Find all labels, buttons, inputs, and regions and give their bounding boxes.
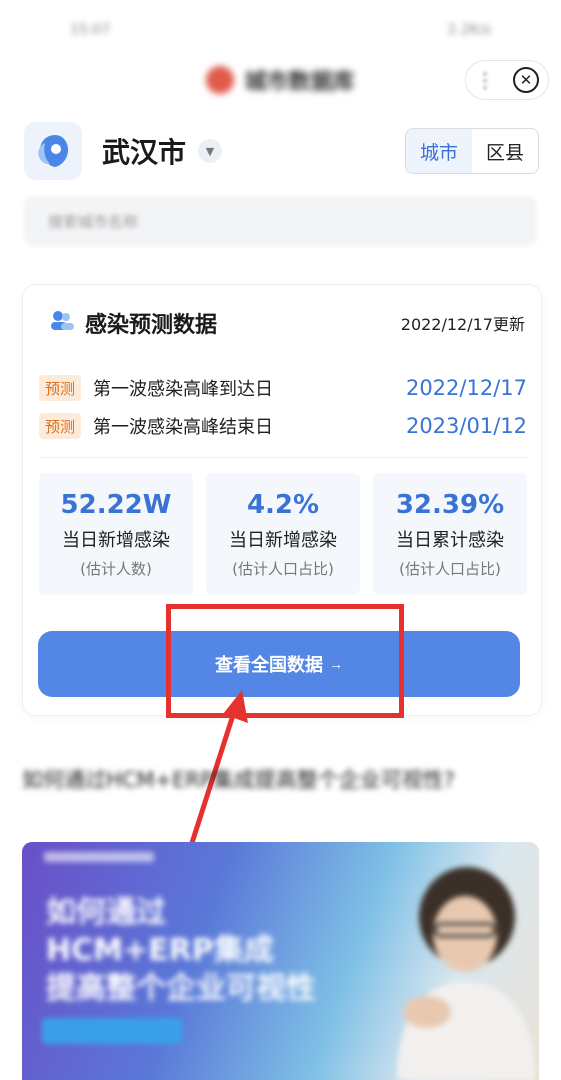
stats-grid: 52.22W 当日新增感染 (估计人数) 4.2% 当日新增感染 (估计人口占比… <box>39 473 527 595</box>
stat-sub: (估计人数) <box>80 559 152 578</box>
ad-cta-button <box>42 1018 182 1044</box>
status-time: 15:07 <box>70 22 111 38</box>
stat-tile: 4.2% 当日新增感染 (估计人口占比) <box>206 473 360 595</box>
ad-title[interactable]: 如何通过HCM+ERP集成提高整个企业可视性? <box>22 764 537 796</box>
scope-toggle: 城市 区县 <box>405 128 539 174</box>
stat-tile: 32.39% 当日累计感染 (估计人口占比) <box>373 473 527 595</box>
city-logo-icon <box>24 122 82 180</box>
brand-logo-icon <box>206 66 235 94</box>
stat-sub: (估计人口占比) <box>232 559 334 578</box>
more-options-icon[interactable]: ⋮ <box>475 68 495 92</box>
search-input[interactable]: 搜索城市名称 <box>24 196 537 246</box>
arrow-right-icon: → <box>329 656 343 672</box>
stat-value: 52.22W <box>60 489 172 520</box>
view-national-data-button[interactable]: 查看全国数据 → <box>38 631 520 697</box>
ad-banner-line: 提高整个企业可视性 <box>46 971 316 1006</box>
forecast-tag: 预测 <box>39 375 82 401</box>
ad-banner[interactable]: 如何通过 HCM+ERP集成 提高整个企业可视性 <box>22 842 539 1080</box>
close-icon: ✕ <box>519 70 533 89</box>
brand: 城市数据库 <box>206 64 355 96</box>
stat-tile: 52.22W 当日新增感染 (估计人数) <box>39 473 193 595</box>
ad-brand-mark <box>44 852 154 862</box>
ad-banner-text: 如何通过 HCM+ERP集成 提高整个企业可视性 <box>46 894 316 1008</box>
stat-value: 32.39% <box>395 489 505 520</box>
city-name[interactable]: 武汉市 <box>102 131 186 171</box>
tab-city[interactable]: 城市 <box>406 129 472 173</box>
stat-label: 当日新增感染 <box>229 529 337 551</box>
tab-district[interactable]: 区县 <box>472 129 538 173</box>
divider <box>39 457 527 458</box>
miniapp-capsule: ⋮ ✕ <box>465 60 549 100</box>
stat-value: 4.2% <box>246 489 320 520</box>
people-icon <box>49 309 75 337</box>
forecast-date: 2023/01/12 <box>405 414 527 438</box>
stat-label: 当日新增感染 <box>62 529 170 551</box>
ad-banner-line: HCM+ERP集成 <box>46 933 274 968</box>
close-button[interactable]: ✕ <box>513 67 539 93</box>
stat-label: 当日累计感染 <box>396 529 504 551</box>
ad-banner-line: 如何通过 <box>46 895 166 930</box>
person-photo-icon <box>397 867 535 1080</box>
card-title: 感染预测数据 <box>85 313 218 338</box>
ad-banner-content: 如何通过 HCM+ERP集成 提高整个企业可视性 <box>22 842 539 1080</box>
city-dropdown-icon[interactable]: ▼ <box>198 139 223 163</box>
forecast-label: 第一波感染高峰到达日 <box>93 379 274 400</box>
stat-sub: (估计人口占比) <box>399 559 501 578</box>
forecast-tag: 预测 <box>39 413 82 439</box>
status-network: 2.2K/s <box>447 22 491 38</box>
card-header: 感染预测数据 2022/12/17更新 <box>49 307 525 339</box>
city-selector-row: 武汉市 ▼ 城市 区县 <box>24 120 539 182</box>
status-bar: 15:07 2.2K/s <box>0 0 561 60</box>
forecast-row: 预测 第一波感染高峰结束日 2023/01/12 <box>39 411 527 441</box>
cta-label: 查看全国数据 <box>215 655 323 675</box>
infection-forecast-card: 感染预测数据 2022/12/17更新 预测 第一波感染高峰到达日 2022/1… <box>22 284 542 716</box>
updated-time: 2022/12/17更新 <box>400 315 525 334</box>
forecast-date: 2022/12/17 <box>405 376 527 400</box>
top-header: 城市数据库 ⋮ ✕ <box>0 52 561 108</box>
brand-title: 城市数据库 <box>244 70 355 95</box>
forecast-row: 预测 第一波感染高峰到达日 2022/12/17 <box>39 373 527 403</box>
forecast-label: 第一波感染高峰结束日 <box>93 417 274 438</box>
